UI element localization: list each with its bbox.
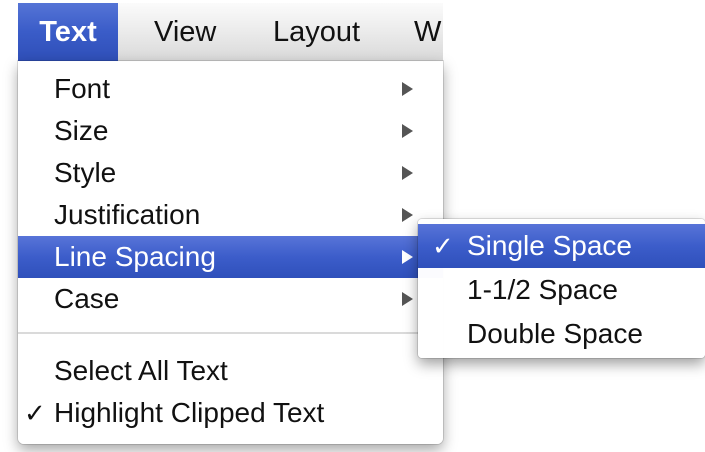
menu-item-select-all-text[interactable]: Select All Text	[18, 350, 443, 392]
menu-item-label: Case	[54, 283, 120, 314]
submenu-item-double-space[interactable]: Double Space	[418, 312, 705, 356]
line-spacing-submenu: ✓ Single Space 1-1/2 Space Double Space	[418, 219, 705, 358]
submenu-arrow-icon	[402, 166, 413, 180]
submenu-item-single-space[interactable]: ✓ Single Space	[418, 224, 705, 268]
menu-item-line-spacing[interactable]: Line Spacing	[18, 236, 443, 278]
menu-item-font[interactable]: Font	[18, 68, 443, 110]
submenu-item-label: Single Space	[467, 230, 633, 261]
menu-item-label: Style	[54, 157, 117, 188]
menu-item-label: Justification	[54, 199, 201, 230]
menubar-item-text[interactable]: Text	[18, 3, 118, 61]
submenu-item-label: 1-1/2 Space	[467, 274, 618, 305]
menu-item-highlight-clipped-text[interactable]: ✓ Highlight Clipped Text	[18, 392, 443, 434]
submenu-arrow-icon	[402, 82, 413, 96]
menu-item-case[interactable]: Case	[18, 278, 443, 320]
menu-item-label: Font	[54, 73, 111, 104]
submenu-item-label: Double Space	[467, 318, 643, 349]
menu-item-label: Line Spacing	[54, 241, 216, 272]
menubar-item-window[interactable]: Wir	[414, 3, 443, 61]
menu-item-label: Size	[54, 115, 109, 146]
submenu-arrow-icon	[402, 208, 413, 222]
checkmark-icon: ✓	[24, 398, 46, 428]
text-menu-dropdown: Font Size Style Justification Line Spaci…	[18, 61, 443, 444]
submenu-arrow-icon	[402, 250, 413, 264]
submenu-arrow-icon	[402, 292, 413, 306]
menu-separator	[18, 332, 443, 334]
menu-bar: Text View Layout Wir	[18, 3, 443, 62]
app-screen: Text View Layout Wir Font Size Style Jus…	[0, 0, 705, 452]
checkmark-icon: ✓	[432, 231, 454, 261]
submenu-item-one-and-half-space[interactable]: 1-1/2 Space	[418, 268, 705, 312]
menubar-item-layout[interactable]: Layout	[273, 3, 360, 61]
menubar-item-view[interactable]: View	[154, 3, 216, 61]
menu-item-label: Highlight Clipped Text	[54, 397, 325, 428]
menu-item-justification[interactable]: Justification	[18, 194, 443, 236]
submenu-arrow-icon	[402, 124, 413, 138]
menu-item-label: Select All Text	[54, 355, 228, 386]
menu-item-style[interactable]: Style	[18, 152, 443, 194]
menu-item-size[interactable]: Size	[18, 110, 443, 152]
